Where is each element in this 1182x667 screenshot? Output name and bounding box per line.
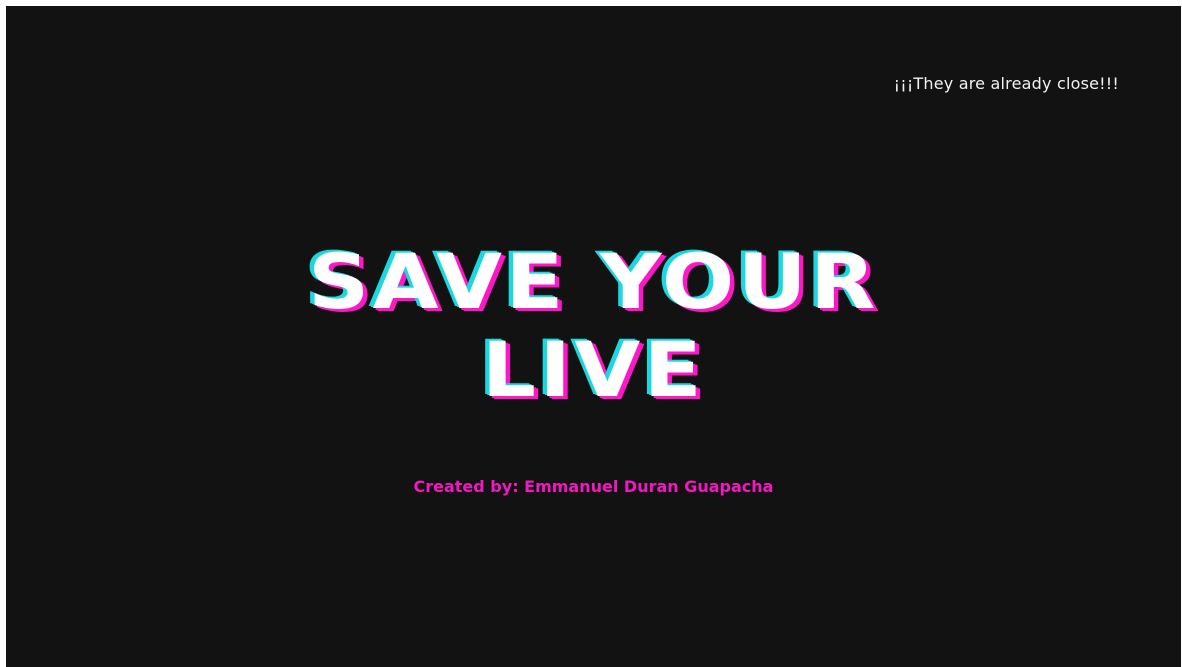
game-title-line-2: LIVE (481, 325, 706, 414)
game-title: SAVE YOUR LIVE (6, 238, 1181, 414)
tagline-text: ¡¡¡They are already close!!! (893, 74, 1119, 93)
title-screen[interactable]: ¡¡¡They are already close!!! SAVE YOUR L… (6, 6, 1181, 667)
author-credit: Created by: Emmanuel Duran Guapacha (413, 477, 774, 496)
game-title-line-1: SAVE YOUR (308, 237, 879, 326)
